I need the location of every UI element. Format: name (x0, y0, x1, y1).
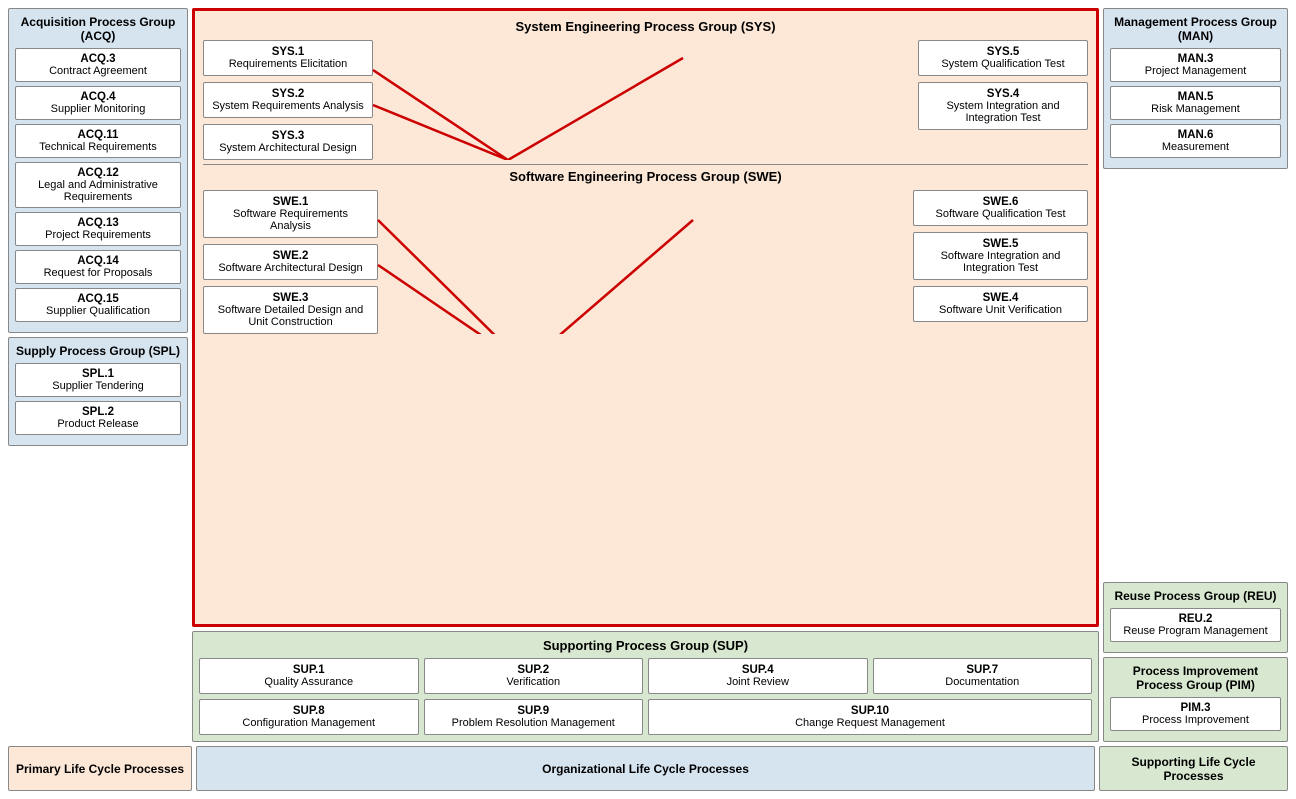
man-title: Management Process Group (MAN) (1110, 15, 1281, 43)
main-container: Acquisition Process Group (ACQ) ACQ.3 Co… (8, 8, 1288, 742)
sys-title: System Engineering Process Group (SYS) (203, 19, 1088, 34)
reu2[interactable]: REU.2 Reuse Program Management (1110, 608, 1281, 642)
sup9[interactable]: SUP.9 Problem Resolution Management (424, 699, 644, 735)
man5[interactable]: MAN.5 Risk Management (1110, 86, 1281, 120)
sys2[interactable]: SYS.2 System Requirements Analysis (203, 82, 373, 118)
reu-group: Reuse Process Group (REU) REU.2 Reuse Pr… (1103, 582, 1288, 653)
sys3[interactable]: SYS.3 System Architectural Design (203, 124, 373, 160)
swe5[interactable]: SWE.5 Software Integration and Integrati… (913, 232, 1088, 280)
sys-swe-container: System Engineering Process Group (SYS) S… (192, 8, 1099, 627)
acq4[interactable]: ACQ.4 Supplier Monitoring (15, 86, 181, 120)
sup10[interactable]: SUP.10 Change Request Management (648, 699, 1092, 735)
pim-title: Process Improvement Process Group (PIM) (1110, 664, 1281, 692)
sup4[interactable]: SUP.4 Joint Review (648, 658, 868, 694)
man3[interactable]: MAN.3 Project Management (1110, 48, 1281, 82)
spl-group: Supply Process Group (SPL) SPL.1 Supplie… (8, 337, 188, 446)
left-column: Acquisition Process Group (ACQ) ACQ.3 Co… (8, 8, 188, 742)
sys5[interactable]: SYS.5 System Qualification Test (918, 40, 1088, 76)
man6[interactable]: MAN.6 Measurement (1110, 124, 1281, 158)
spl1[interactable]: SPL.1 Supplier Tendering (15, 363, 181, 397)
footer-supporting: Supporting Life Cycle Processes (1099, 746, 1288, 791)
acq13[interactable]: ACQ.13 Project Requirements (15, 212, 181, 246)
sup8[interactable]: SUP.8 Configuration Management (199, 699, 419, 735)
swe2[interactable]: SWE.2 Software Architectural Design (203, 244, 378, 280)
acq11[interactable]: ACQ.11 Technical Requirements (15, 124, 181, 158)
acq12[interactable]: ACQ.12 Legal and Administrative Requirem… (15, 162, 181, 208)
pim-group: Process Improvement Process Group (PIM) … (1103, 657, 1288, 742)
acq15[interactable]: ACQ.15 Supplier Qualification (15, 288, 181, 322)
acq3[interactable]: ACQ.3 Contract Agreement (15, 48, 181, 82)
swe6[interactable]: SWE.6 Software Qualification Test (913, 190, 1088, 226)
reu-title: Reuse Process Group (REU) (1110, 589, 1281, 603)
swe1[interactable]: SWE.1 Software Requirements Analysis (203, 190, 378, 238)
sup-group: Supporting Process Group (SUP) SUP.1 Qua… (192, 631, 1099, 742)
sys1[interactable]: SYS.1 Requirements Elicitation (203, 40, 373, 76)
right-column: Management Process Group (MAN) MAN.3 Pro… (1103, 8, 1288, 742)
sup-title: Supporting Process Group (SUP) (199, 638, 1092, 653)
center-column: System Engineering Process Group (SYS) S… (192, 8, 1099, 742)
sup-grid: SUP.1 Quality Assurance SUP.2 Verificati… (199, 658, 1092, 735)
spl-title: Supply Process Group (SPL) (15, 344, 181, 358)
sup2[interactable]: SUP.2 Verification (424, 658, 644, 694)
sup7[interactable]: SUP.7 Documentation (873, 658, 1093, 694)
man-group: Management Process Group (MAN) MAN.3 Pro… (1103, 8, 1288, 169)
sup1[interactable]: SUP.1 Quality Assurance (199, 658, 419, 694)
pim3[interactable]: PIM.3 Process Improvement (1110, 697, 1281, 731)
swe4[interactable]: SWE.4 Software Unit Verification (913, 286, 1088, 322)
footer-organizational: Organizational Life Cycle Processes (196, 746, 1095, 791)
acq-group: Acquisition Process Group (ACQ) ACQ.3 Co… (8, 8, 188, 333)
spl2[interactable]: SPL.2 Product Release (15, 401, 181, 435)
acq14[interactable]: ACQ.14 Request for Proposals (15, 250, 181, 284)
footer: Primary Life Cycle Processes Organizatio… (8, 746, 1288, 791)
acq-title: Acquisition Process Group (ACQ) (15, 15, 181, 43)
right-spacer (1103, 173, 1288, 578)
swe-title: Software Engineering Process Group (SWE) (203, 169, 1088, 184)
sys4[interactable]: SYS.4 System Integration and Integration… (918, 82, 1088, 130)
sys-swe-divider (203, 164, 1088, 165)
footer-primary: Primary Life Cycle Processes (8, 746, 192, 791)
swe3[interactable]: SWE.3 Software Detailed Design and Unit … (203, 286, 378, 334)
